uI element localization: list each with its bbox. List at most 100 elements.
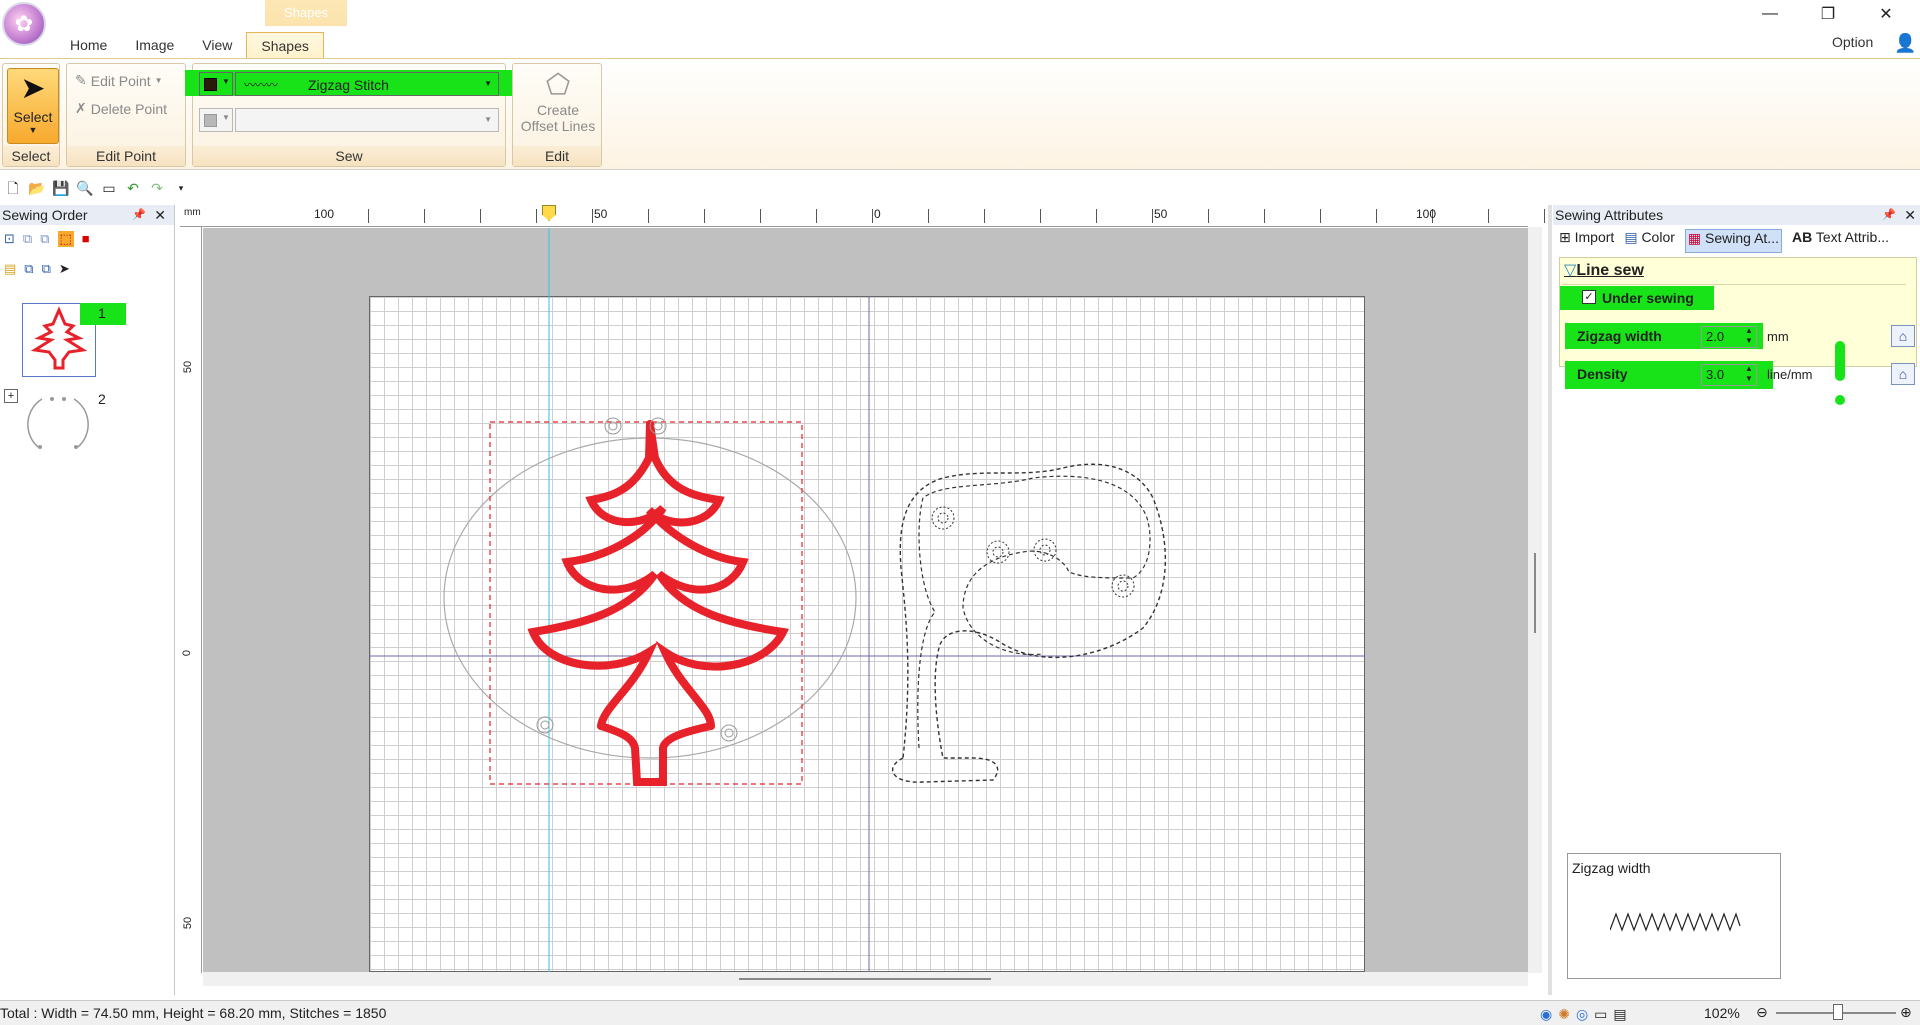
line-sew-header[interactable]: ▽Line sew bbox=[1564, 260, 1644, 280]
color-swatch bbox=[204, 78, 217, 91]
top-ruler-label: 50 bbox=[1154, 207, 1168, 221]
stitch-view-icon[interactable]: ✺ bbox=[1558, 1003, 1570, 1025]
restore-button[interactable]: ❐ bbox=[1800, 0, 1856, 28]
sew-group-label: Sew bbox=[193, 146, 505, 166]
sewing-order-toolbar-2: ▤ ⧉ ⧉ ➤ bbox=[4, 261, 70, 277]
delete-point-label: Delete Point bbox=[90, 100, 168, 117]
left-ruler-label: 50 bbox=[182, 360, 195, 374]
attribute-preview: Zigzag width bbox=[1567, 853, 1781, 979]
sewing-order-title: Sewing Order bbox=[2, 207, 88, 223]
default-value-icon[interactable]: ⌂ bbox=[1891, 325, 1915, 347]
close-icon[interactable]: ✕ bbox=[154, 205, 166, 225]
stitch-type-value: Zigzag Stitch bbox=[308, 77, 389, 93]
attribute-tabs: ⊞ Import ▤ Color ▦ Sewing At... AB Text … bbox=[1553, 229, 1920, 253]
tab-view[interactable]: View bbox=[188, 32, 246, 58]
panel-splitter[interactable] bbox=[1548, 205, 1552, 995]
design-canvas[interactable] bbox=[203, 228, 1528, 972]
pin-icon[interactable]: 📌 bbox=[1882, 205, 1896, 225]
zoom-out-icon[interactable]: ⊖ bbox=[1756, 1001, 1768, 1023]
page-view-icon[interactable]: ▭ bbox=[1594, 1003, 1607, 1025]
user-icon[interactable]: 👤 bbox=[1894, 33, 1916, 53]
select-button-label: Select bbox=[13, 109, 53, 125]
view-mode-buttons: ◉ ✺ ◎ ▭ ▤ bbox=[1540, 1003, 1627, 1025]
preview-icon[interactable]: ▭ bbox=[100, 179, 118, 197]
tab-home[interactable]: Home bbox=[56, 32, 121, 58]
edit-point-button[interactable]: ✎ Edit Point ▼ bbox=[75, 72, 163, 89]
contextual-tab-header: Shapes bbox=[265, 0, 347, 26]
arrow-cursor-icon: ➤ bbox=[20, 72, 46, 105]
minimize-button[interactable]: — bbox=[1742, 0, 1798, 28]
scrollbar-thumb[interactable] bbox=[1534, 553, 1536, 633]
color-icon: ▤ bbox=[1624, 229, 1638, 245]
hoop-view-icon[interactable]: ◎ bbox=[1576, 1003, 1588, 1025]
workspace[interactable] bbox=[203, 228, 1528, 972]
region-color-dropdown[interactable]: ▼ bbox=[199, 108, 233, 132]
tab-text-attributes[interactable]: AB Text Attrib... bbox=[1792, 229, 1889, 253]
edit-point-label: Edit Point bbox=[90, 72, 151, 89]
pin-icon[interactable]: 📌 bbox=[132, 205, 146, 225]
split-icon[interactable]: ⧉ bbox=[42, 261, 51, 277]
sewing-attributes-title: Sewing Attributes bbox=[1555, 207, 1664, 223]
top-ruler-label: 100 bbox=[1416, 207, 1437, 221]
zoom-slider-thumb[interactable] bbox=[1833, 1004, 1843, 1020]
create-offset-label-1: Create bbox=[536, 102, 580, 118]
line-color-dropdown[interactable]: ▼ bbox=[199, 72, 233, 96]
tab-image[interactable]: Image bbox=[121, 32, 188, 58]
redo-icon[interactable]: ↷ bbox=[148, 179, 166, 197]
tab-sewing-attributes[interactable]: ▦ Sewing At... bbox=[1684, 229, 1782, 253]
delete-point-button[interactable]: ✗ Delete Point bbox=[75, 100, 167, 117]
option-menu[interactable]: Option bbox=[1832, 34, 1873, 50]
region-sew-dropdown[interactable]: ▼ bbox=[235, 108, 499, 132]
select-region-icon[interactable]: ⬚ bbox=[57, 231, 74, 247]
grid-view-icon[interactable]: ▤ bbox=[1613, 1003, 1626, 1025]
move-backward-icon[interactable]: ⧉ bbox=[40, 231, 49, 247]
zoom-in-icon[interactable]: ⊕ bbox=[1900, 1001, 1912, 1023]
close-icon[interactable]: ✕ bbox=[1904, 205, 1916, 225]
color-icon[interactable]: ■ bbox=[82, 231, 90, 247]
under-sewing-checkbox[interactable]: ✓ bbox=[1582, 290, 1596, 304]
group-icon[interactable]: ▤ bbox=[4, 261, 16, 277]
move-forward-icon[interactable]: ⧉ bbox=[23, 231, 32, 247]
sewing-order-item-2[interactable] bbox=[22, 389, 96, 463]
merge-icon[interactable]: ⧉ bbox=[24, 261, 33, 277]
tab-shapes[interactable]: Shapes bbox=[246, 32, 324, 58]
tab-color[interactable]: ▤ Color bbox=[1624, 229, 1675, 253]
highlight-marker bbox=[1835, 395, 1845, 405]
realistic-view-icon[interactable]: ◉ bbox=[1540, 1003, 1552, 1025]
pointer-icon[interactable]: ➤ bbox=[59, 261, 70, 277]
open-folder-icon[interactable]: 📂 bbox=[28, 179, 46, 197]
sewing-order-toolbar-1: ⊡ ⧉ ⧉ ⬚ ■ bbox=[4, 231, 90, 247]
scrollbar-thumb[interactable] bbox=[739, 978, 991, 980]
edit-group: ⬠ Create Offset Lines Edit bbox=[512, 63, 602, 167]
fit-icon[interactable]: ⊡ bbox=[4, 231, 15, 247]
edit-point-group-label: Edit Point bbox=[67, 146, 185, 166]
sew-group: ▼ 〰〰〰 Zigzag Stitch ▼ ▼ ▼ Sew bbox=[185, 63, 529, 167]
zoom-icon[interactable]: 🔍 bbox=[76, 179, 94, 197]
sewing-order-number-1: 1 bbox=[98, 305, 106, 321]
density-spinner[interactable]: ▲ ▼ bbox=[1745, 364, 1753, 384]
expand-icon[interactable]: + bbox=[4, 389, 18, 403]
import-icon: ⊞ bbox=[1559, 229, 1571, 245]
pen-icon: ✎ bbox=[75, 72, 87, 88]
panel-title: Sewing Order 📌 ✕ bbox=[0, 205, 174, 225]
select-group: ➤ Select ▼ Select bbox=[2, 63, 60, 167]
horizontal-scrollbar[interactable] bbox=[203, 972, 1528, 986]
customize-toolbar-icon[interactable]: ▾ bbox=[172, 179, 190, 197]
vertical-scrollbar[interactable] bbox=[1528, 227, 1542, 973]
save-icon[interactable]: 💾 bbox=[52, 179, 70, 197]
edit-point-group: ✎ Edit Point ▼ ✗ Delete Point Edit Point bbox=[66, 63, 186, 167]
zigzag-width-spinner[interactable]: ▲ ▼ bbox=[1745, 326, 1753, 346]
app-logo-icon[interactable]: ✿ bbox=[2, 2, 46, 46]
close-button[interactable]: ✕ bbox=[1858, 0, 1914, 28]
select-button[interactable]: ➤ Select ▼ bbox=[7, 68, 59, 144]
chevron-down-icon: ▼ bbox=[222, 113, 230, 122]
default-value-icon[interactable]: ⌂ bbox=[1891, 363, 1915, 385]
status-text: Total : Width = 74.50 mm, Height = 68.20… bbox=[0, 1005, 387, 1021]
undo-icon[interactable]: ↶ bbox=[124, 179, 142, 197]
tab-import[interactable]: ⊞ Import bbox=[1559, 229, 1614, 253]
stitch-type-dropdown[interactable]: 〰〰〰 Zigzag Stitch ▼ bbox=[235, 72, 499, 96]
top-ruler-label: 100 bbox=[314, 207, 335, 221]
new-file-icon[interactable]: 🗋 bbox=[4, 179, 22, 197]
create-offset-lines-button[interactable]: ⬠ Create Offset Lines bbox=[513, 68, 603, 134]
top-ruler-label: 50 bbox=[594, 207, 608, 221]
